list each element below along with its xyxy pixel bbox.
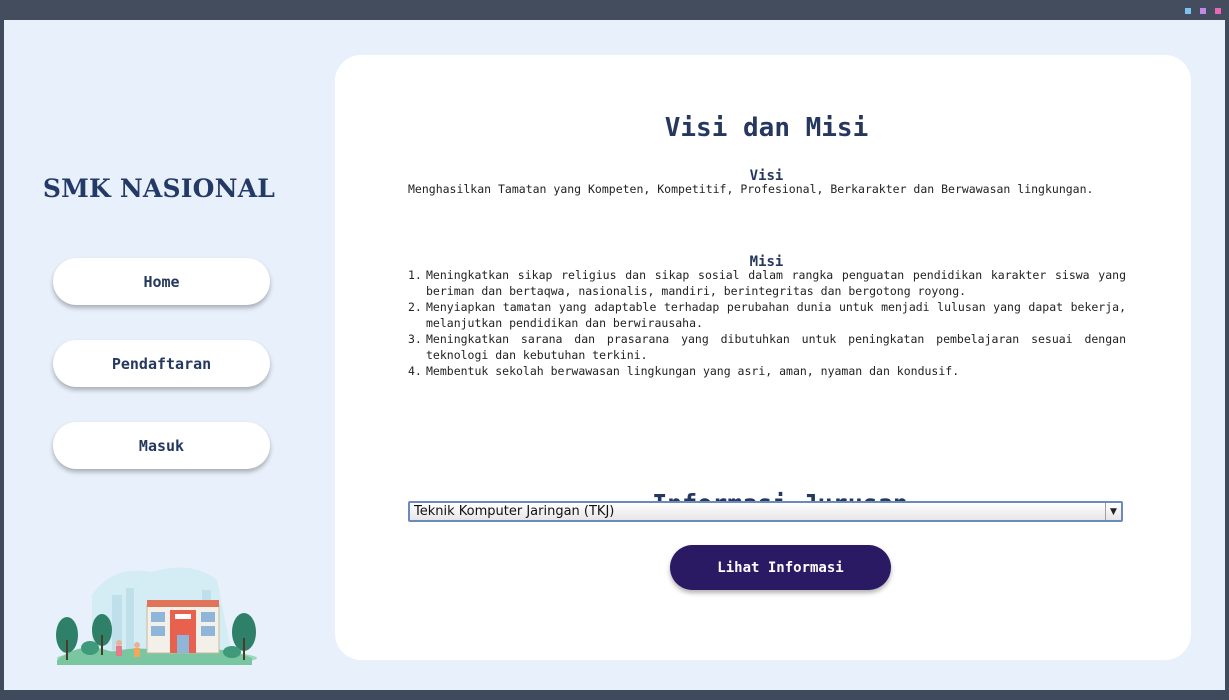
misi-item-text: Menyiapkan tamatan yang adaptable terhad… [426, 300, 1126, 330]
school-illustration-icon [56, 567, 257, 665]
misi-item-text: Meningkatkan sikap religius dan sikap so… [426, 268, 1126, 298]
misi-list: 1. Meningkatkan sikap religius dan sikap… [408, 267, 1126, 379]
window-controls [1185, 8, 1221, 14]
misi-item-number: 3. [408, 332, 422, 346]
misi-item-text: Membentuk sekolah berwawasan lingkungan … [426, 364, 960, 378]
window-titlebar [0, 0, 1229, 20]
jurusan-select[interactable]: Teknik Komputer Jaringan (TKJ) ▼ [408, 501, 1123, 522]
home-button[interactable]: Home [53, 258, 270, 305]
brand-title: SMK NASIONAL [42, 174, 276, 203]
masuk-button[interactable]: Masuk [53, 422, 270, 469]
page-title: Visi dan Misi [664, 113, 869, 143]
misi-item: 4. Membentuk sekolah berwawasan lingkung… [408, 363, 1126, 379]
close-dot-icon[interactable] [1215, 8, 1221, 14]
minimize-dot-icon[interactable] [1185, 8, 1191, 14]
misi-item: 2. Menyiapkan tamatan yang adaptable ter… [408, 299, 1126, 331]
misi-item-number: 4. [408, 364, 422, 378]
app-window: SMK NASIONAL Home Pendaftaran Masuk Visi… [4, 20, 1225, 690]
misi-item-text: Meningkatkan sarana dan prasarana yang d… [426, 332, 1126, 362]
misi-item-number: 2. [408, 300, 422, 314]
misi-item-number: 1. [408, 268, 422, 282]
lihat-informasi-button[interactable]: Lihat Informasi [670, 545, 891, 590]
content-card: Visi dan Misi Visi Menghasilkan Tamatan … [335, 55, 1191, 660]
maximize-dot-icon[interactable] [1200, 8, 1206, 14]
chevron-down-icon[interactable]: ▼ [1105, 503, 1121, 520]
visi-text: Menghasilkan Tamatan yang Kompeten, Komp… [408, 182, 1094, 196]
misi-item: 3. Meningkatkan sarana dan prasarana yan… [408, 331, 1126, 363]
misi-item: 1. Meningkatkan sikap religius dan sikap… [408, 267, 1126, 299]
jurusan-select-value: Teknik Komputer Jaringan (TKJ) [414, 504, 615, 519]
pendaftaran-button[interactable]: Pendaftaran [53, 340, 270, 387]
